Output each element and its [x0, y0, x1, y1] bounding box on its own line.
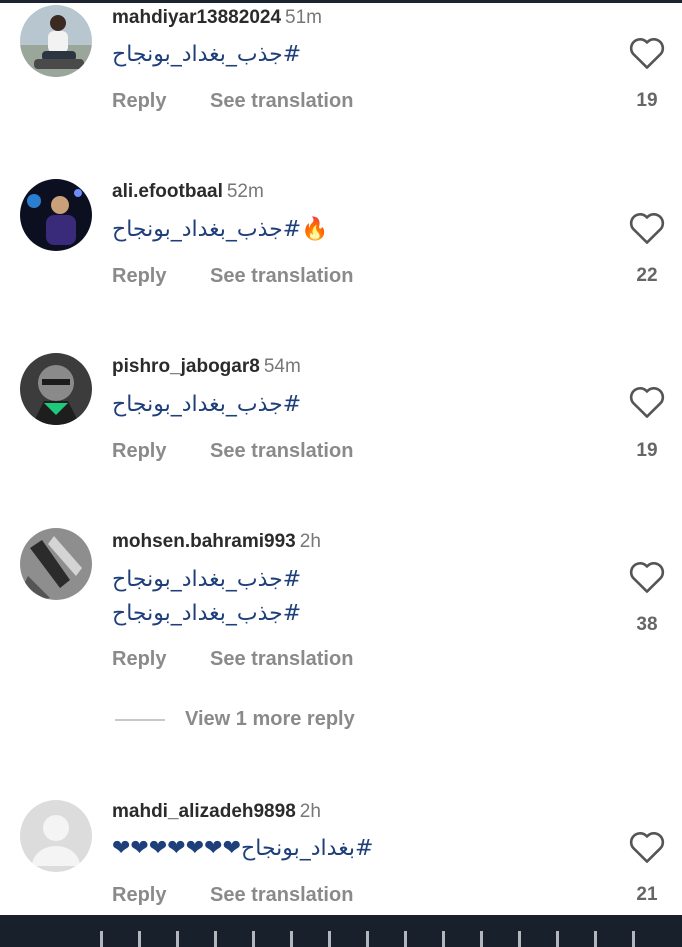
username[interactable]: mohsen.bahrami993 2h: [112, 531, 321, 553]
like-count: 38: [636, 614, 658, 635]
view-more-replies-label: View 1 more reply: [185, 708, 355, 730]
reply-thread-line: [115, 718, 165, 721]
username[interactable]: pishro_jabogar8 54m: [112, 356, 301, 378]
see-translation-button[interactable]: See translation: [210, 265, 353, 288]
like-heart-icon[interactable]: [627, 558, 667, 594]
comment-time: 52m: [226, 181, 264, 202]
username[interactable]: mahdi_alizadeh9898 2h: [112, 801, 321, 823]
avatar[interactable]: [20, 5, 92, 77]
view-more-replies-button[interactable]: View 1 more reply: [115, 708, 355, 731]
avatar[interactable]: [20, 800, 92, 872]
reply-button[interactable]: Reply: [112, 440, 166, 463]
like-count: 21: [636, 884, 658, 905]
top-edge-bar: [0, 0, 682, 3]
see-translation-button[interactable]: See translation: [210, 90, 353, 113]
like-heart-icon[interactable]: [627, 209, 667, 245]
see-translation-button[interactable]: See translation: [210, 648, 353, 671]
username[interactable]: ali.efootbaal 52m: [112, 181, 264, 203]
comment-text: #جذب_بغداد_بونجاح: [112, 567, 302, 592]
reply-button[interactable]: Reply: [112, 265, 166, 288]
comment-text: #جذب_بغداد_بونجاح: [112, 42, 302, 67]
see-translation-button[interactable]: See translation: [210, 440, 353, 463]
comment-text: 🔥#جذب_بغداد_بونجاح: [112, 217, 329, 242]
avatar[interactable]: [20, 528, 92, 600]
username[interactable]: mahdiyar13882024 51m: [112, 7, 322, 29]
avatar[interactable]: [20, 179, 92, 251]
like-heart-icon[interactable]: [627, 34, 667, 70]
bottom-overlay-bar: [0, 915, 682, 947]
like-heart-icon[interactable]: [627, 828, 667, 864]
like-heart-icon[interactable]: [627, 383, 667, 419]
like-count: 19: [636, 90, 658, 111]
reply-button[interactable]: Reply: [112, 884, 166, 907]
comment-time: 51m: [285, 7, 322, 28]
comment-text: #جذب_بغداد_بونجاح: [112, 392, 302, 417]
avatar[interactable]: [20, 353, 92, 425]
comment-time: 2h: [299, 801, 321, 822]
comment-text: #جذب_بغداد_بونجاح: [112, 601, 302, 626]
comment-time: 54m: [263, 356, 301, 377]
see-translation-button[interactable]: See translation: [210, 884, 353, 907]
like-count: 19: [636, 440, 658, 461]
comment-text: #بغداد_بونجاح❤❤❤❤❤❤❤: [112, 836, 374, 861]
comment-time: 2h: [299, 531, 321, 552]
reply-button[interactable]: Reply: [112, 648, 166, 671]
like-count: 22: [636, 265, 658, 286]
reply-button[interactable]: Reply: [112, 90, 166, 113]
cropped-text-fragment: [100, 931, 660, 947]
